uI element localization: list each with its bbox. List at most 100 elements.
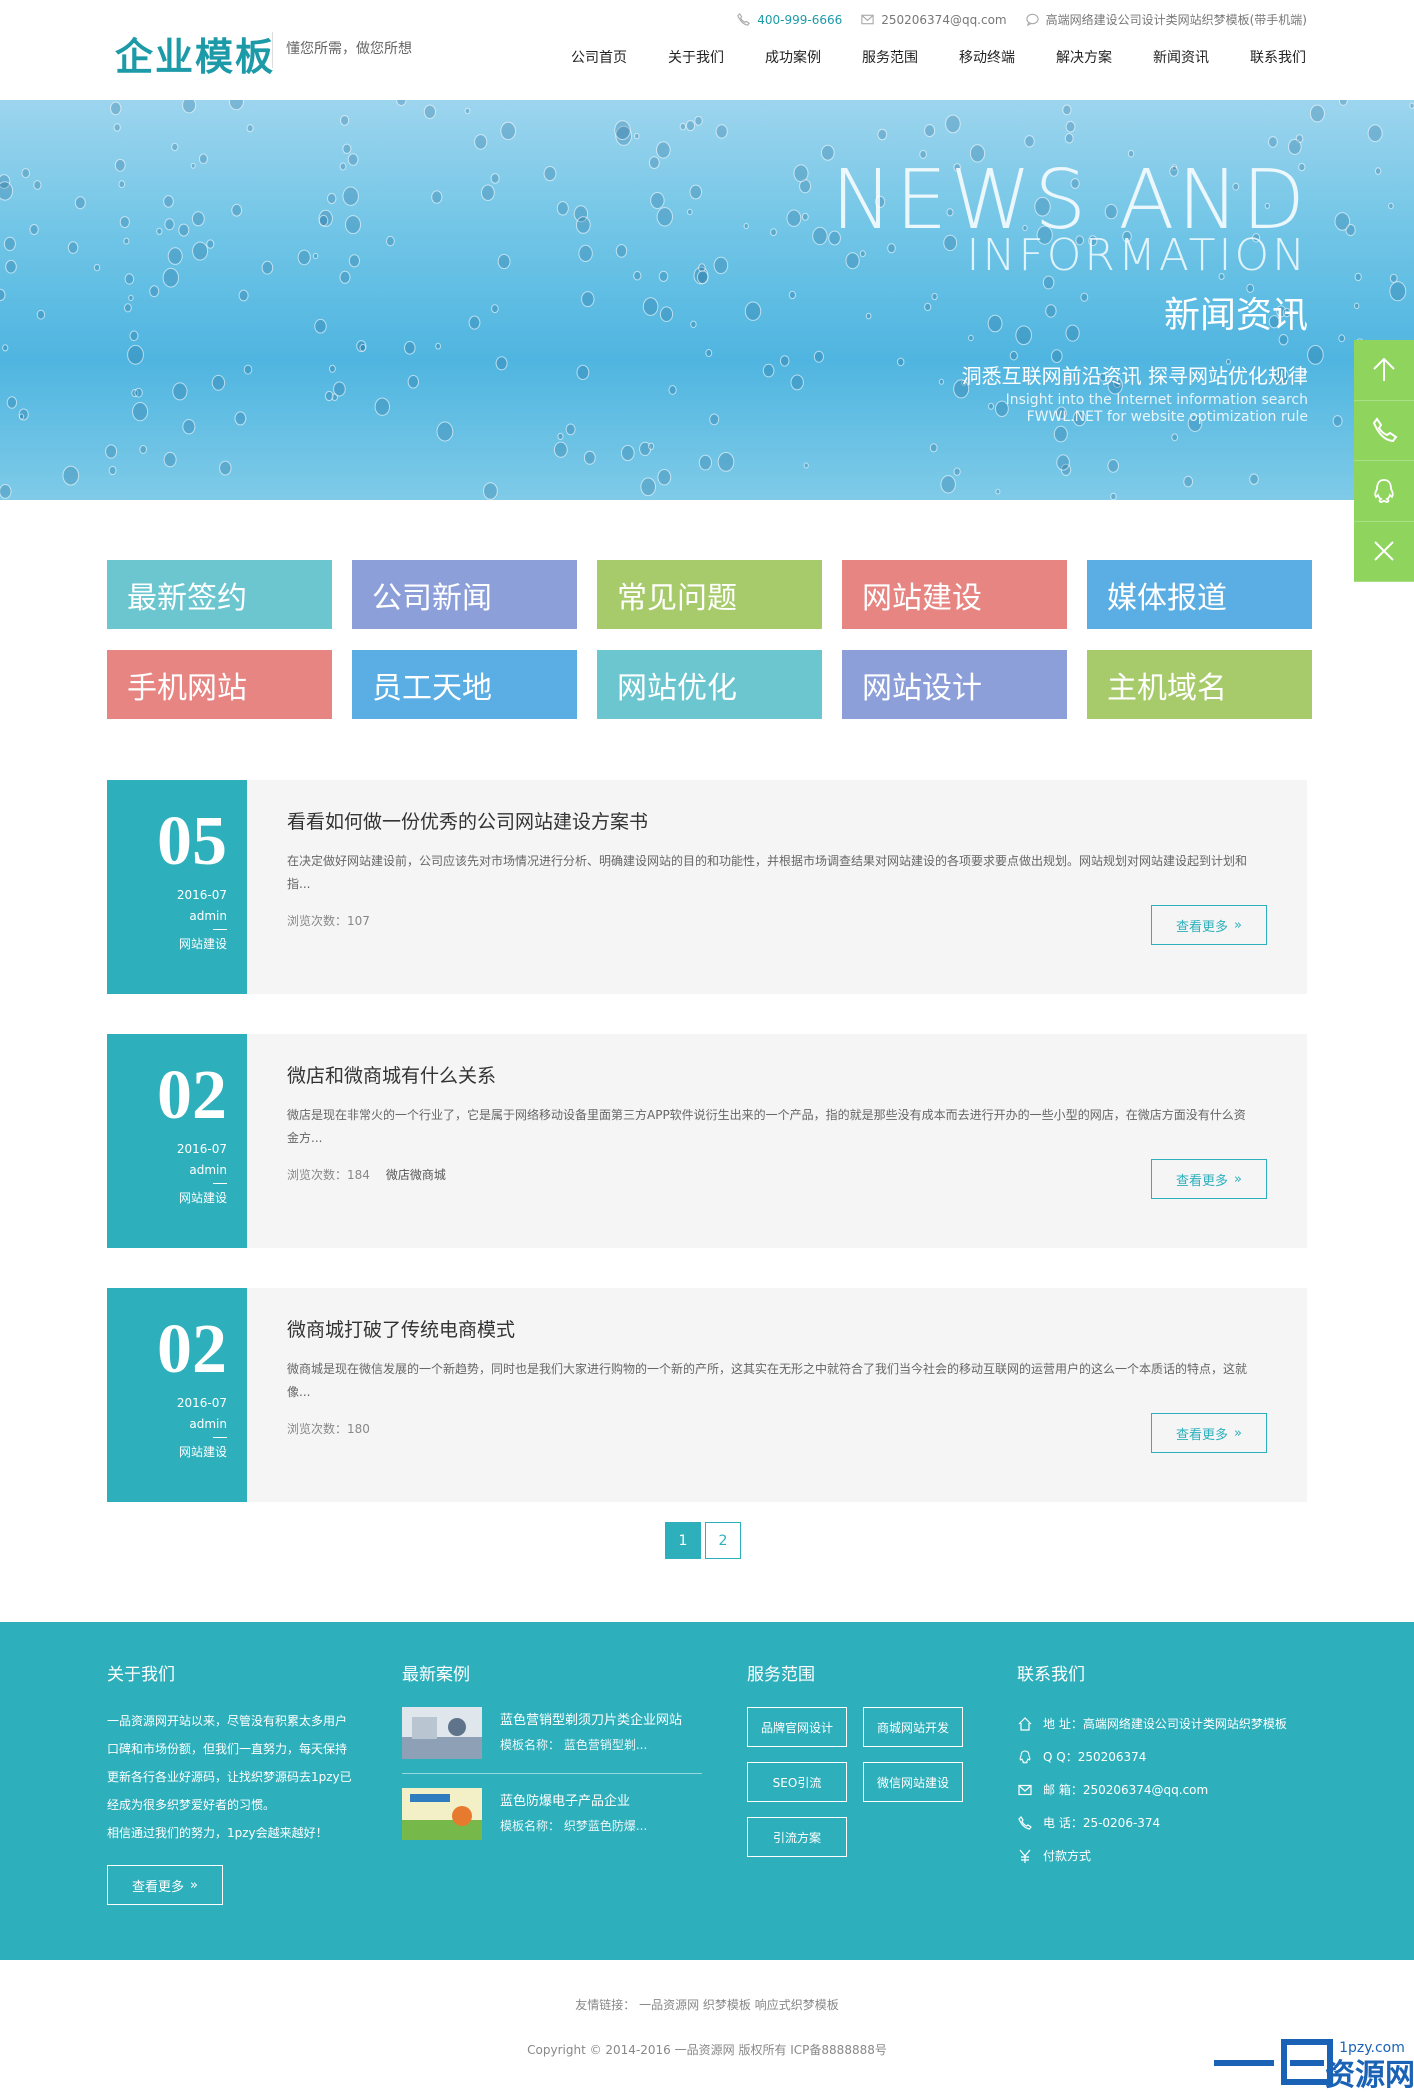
- service-button[interactable]: 品牌官网设计: [747, 1707, 847, 1747]
- news-title[interactable]: 微店和微商城有什么关系: [287, 1061, 496, 1088]
- qq-float-button[interactable]: [1354, 461, 1414, 522]
- more-label: 查看更多: [132, 1879, 185, 1895]
- service-button[interactable]: 引流方案: [747, 1817, 847, 1857]
- category-item[interactable]: 公司新闻: [352, 560, 577, 629]
- category-item[interactable]: 网站建设: [842, 560, 1067, 629]
- footer-about-more-button[interactable]: 查看更多 »: [107, 1865, 223, 1905]
- category-item[interactable]: 媒体报道: [1087, 560, 1312, 629]
- news-more-button[interactable]: 查看更多 »: [1151, 905, 1267, 945]
- page-button-2[interactable]: 2: [705, 1522, 741, 1559]
- category-item[interactable]: 网站优化: [597, 650, 822, 719]
- logo[interactable]: 企业模板: [115, 26, 275, 81]
- service-button[interactable]: 微信网站建设: [863, 1762, 963, 1802]
- news-author: admin: [189, 1417, 227, 1431]
- bottom-bar: 友情链接： 一品资源网 织梦模板 响应式织梦模板 Copyright © 201…: [0, 1960, 1414, 2092]
- news-title[interactable]: 看看如何做一份优秀的公司网站建设方案书: [287, 807, 648, 834]
- category-item[interactable]: 主机域名: [1087, 650, 1312, 719]
- news-item: 05 2016-07 admin 网站建设 看看如何做一份优秀的公司网站建设方案…: [107, 780, 1307, 994]
- contact-text: 邮 箱：250206374@qq.com: [1043, 1783, 1209, 1797]
- close-float-button[interactable]: [1354, 522, 1414, 582]
- category-item[interactable]: 网站设计: [842, 650, 1067, 719]
- news-category[interactable]: 网站建设: [107, 935, 227, 952]
- news-title[interactable]: 微商城打破了传统电商模式: [287, 1315, 515, 1342]
- contact-text: 电 话：25-0206-374: [1043, 1816, 1161, 1830]
- back-to-top-button[interactable]: [1354, 340, 1414, 401]
- qq-icon: [1019, 1749, 1031, 1764]
- contact-text: 付款方式: [1043, 1849, 1092, 1863]
- news-day: 05: [157, 803, 227, 880]
- slogan: 懂您所需，做您所想: [286, 41, 412, 57]
- page-button-1[interactable]: 1: [665, 1522, 701, 1559]
- nav-item-about[interactable]: 关于我们: [627, 48, 724, 68]
- news-desc: 在决定做好网站建设前，公司应该先对市场情况进行分析、明确建设网站的目的和功能性，…: [287, 854, 1248, 891]
- banner-subtitle-en-2: FWWL.NET for website optimization rule: [1026, 409, 1308, 425]
- news-tag[interactable]: 微店微商城: [386, 1168, 446, 1182]
- news-desc: 微商城是现在微信发展的一个新趋势，同时也是我们大家进行购物的一个新的产所，这其实…: [287, 1362, 1248, 1399]
- news-meta: 浏览次数：107: [287, 912, 370, 929]
- nav-item-news[interactable]: 新闻资讯: [1112, 48, 1209, 68]
- contact-phone: 电 话：25-0206-374: [1017, 1806, 1287, 1839]
- phone-float-button[interactable]: [1354, 401, 1414, 461]
- news-date-box: 02 2016-07 admin 网站建设: [107, 1034, 247, 1248]
- contact-address: 地 址：高端网络建设公司设计类网站织梦模板: [1017, 1707, 1287, 1740]
- top-note: 高端网络建设公司设计类网站织梦模板(带手机端): [1045, 13, 1307, 27]
- case-thumbnail: [402, 1707, 482, 1759]
- category-item[interactable]: 最新签约: [107, 560, 332, 629]
- news-date-box: 05 2016-07 admin 网站建设: [107, 780, 247, 994]
- more-label: 查看更多: [1176, 919, 1229, 935]
- top-contact-bar: 400-999-6666 250206374@qq.com 高端网络建设公司设计…: [736, 11, 1307, 28]
- banner-subtitle-en-1: Insight into the Internet information se…: [1005, 392, 1308, 408]
- nav-item-contact[interactable]: 联系我们: [1209, 48, 1306, 68]
- arrow-up-icon: [1373, 357, 1395, 381]
- footer-about-text: 一品资源网开站以来，尽管没有积累太多用户口碑和市场份额，但我们一直努力，每天保持…: [107, 1714, 352, 1812]
- double-chevron-right-icon: »: [1234, 917, 1242, 933]
- svg-text:资源网: 资源网: [1325, 2058, 1414, 2092]
- news-meta: 浏览次数：184 微店微商城: [287, 1166, 446, 1183]
- news-views: 浏览次数：107: [287, 914, 370, 928]
- news-more-button[interactable]: 查看更多 »: [1151, 1159, 1267, 1199]
- nav-item-cases[interactable]: 成功案例: [724, 48, 821, 68]
- mail-icon: [1018, 1784, 1032, 1795]
- service-button[interactable]: 商城网站开发: [863, 1707, 963, 1747]
- service-grid: 品牌官网设计 商城网站开发 SEO引流 微信网站建设 引流方案: [747, 1707, 963, 1857]
- case-item[interactable]: 蓝色防爆电子产品企业 模板名称： 织梦蓝色防爆...: [402, 1788, 702, 1854]
- side-float-bar: [1354, 340, 1414, 582]
- footer-cases: 最新案例 蓝色营销型剃须刀片类企业网站 模板名称： 蓝色营销型剃... 蓝色防爆…: [402, 1660, 702, 1868]
- banner-title-en-2: INFORMATION: [966, 230, 1308, 281]
- logo-divider: [272, 32, 273, 68]
- category-item[interactable]: 常见问题: [597, 560, 822, 629]
- category-grid: 最新签约 公司新闻 常见问题 网站建设 媒体报道 手机网站 员工天地 网站优化 …: [107, 560, 1312, 719]
- contact-payment: 付款方式: [1017, 1839, 1287, 1872]
- footer-services-title: 服务范围: [747, 1665, 815, 1685]
- case-subtitle: 模板名称： 织梦蓝色防爆...: [500, 1819, 648, 1833]
- category-item[interactable]: 员工天地: [352, 650, 577, 719]
- category-item[interactable]: 手机网站: [107, 650, 332, 719]
- email-address[interactable]: 250206374@qq.com: [881, 13, 1006, 27]
- copyright: Copyright © 2014-2016 一品资源网 版权所有 ICP备888…: [527, 2043, 887, 2057]
- more-label: 查看更多: [1176, 1173, 1229, 1189]
- news-author: admin: [189, 1163, 227, 1177]
- case-title: 蓝色营销型剃须刀片类企业网站: [500, 1713, 683, 1728]
- news-category[interactable]: 网站建设: [107, 1443, 227, 1460]
- news-desc: 微店是现在非常火的一个行业了，它是属于网络移动设备里面第三方APP软件说衍生出来…: [287, 1108, 1246, 1145]
- friend-links[interactable]: 友情链接： 一品资源网 织梦模板 响应式织梦模板: [0, 1996, 1414, 2013]
- chat-icon: [1025, 13, 1039, 27]
- case-title: 蓝色防爆电子产品企业: [500, 1794, 631, 1809]
- banner: NEWS AND INFORMATION 新闻资讯 洞悉互联网前沿资讯 探寻网站…: [0, 100, 1414, 500]
- news-category[interactable]: 网站建设: [107, 1189, 227, 1206]
- nav-item-services[interactable]: 服务范围: [821, 48, 918, 68]
- nav-item-mobile[interactable]: 移动终端: [918, 48, 1015, 68]
- service-button[interactable]: SEO引流: [747, 1762, 847, 1802]
- footer: 关于我们 一品资源网开站以来，尽管没有积累太多用户口碑和市场份额，但我们一直努力…: [0, 1622, 1414, 1960]
- banner-subtitle-en: Insight into the Internet information se…: [1006, 392, 1308, 426]
- news-more-button[interactable]: 查看更多 »: [1151, 1413, 1267, 1453]
- news-views: 浏览次数：180: [287, 1422, 370, 1436]
- double-chevron-right-icon: »: [1234, 1425, 1242, 1441]
- nav-item-home[interactable]: 公司首页: [571, 48, 627, 68]
- phone-number[interactable]: 400-999-6666: [757, 13, 842, 27]
- divider: [213, 1437, 227, 1438]
- case-thumbnail: [402, 1788, 482, 1840]
- case-item[interactable]: 蓝色营销型剃须刀片类企业网站 模板名称： 蓝色营销型剃...: [402, 1707, 702, 1774]
- main-nav: 公司首页 关于我们 成功案例 服务范围 移动终端 解决方案 新闻资讯 联系我们: [571, 48, 1306, 68]
- nav-item-solutions[interactable]: 解决方案: [1015, 48, 1112, 68]
